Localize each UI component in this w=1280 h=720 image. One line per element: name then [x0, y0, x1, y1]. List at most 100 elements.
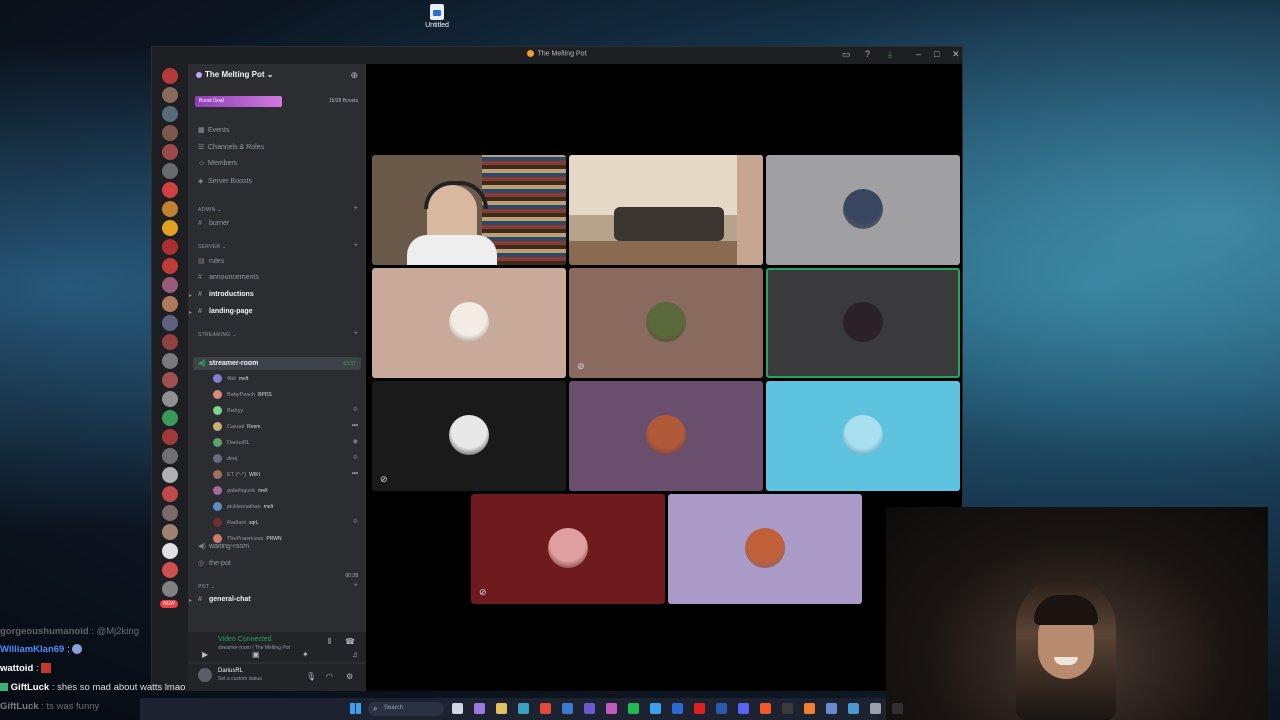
voice-channel-streamer-room[interactable]: ◀) streamer-room 63:37 [193, 357, 361, 370]
outlook-icon[interactable] [672, 703, 683, 714]
server-icon[interactable] [162, 486, 178, 502]
server-icon[interactable] [162, 201, 178, 217]
server-icon[interactable] [162, 125, 178, 141]
nav-members[interactable]: ☺ Members [198, 160, 237, 167]
voice-member[interactable]: BabyPeach BPDS [213, 390, 272, 399]
channel-rules[interactable]: ▤ rules [198, 257, 224, 265]
server-icon[interactable] [162, 448, 178, 464]
channel-introductions[interactable]: # introductions [198, 291, 254, 298]
nav-server-boosts[interactable]: ◈ Server Boosts [198, 177, 252, 185]
taskbar-search[interactable]: ⌕ Search [368, 702, 444, 716]
windows-start-icon[interactable] [350, 703, 361, 714]
server-icon[interactable] [162, 258, 178, 274]
download-icon[interactable]: ⤓ [888, 49, 892, 60]
server-icon[interactable] [162, 87, 178, 103]
word-icon[interactable] [716, 703, 727, 714]
server-icon[interactable] [162, 543, 178, 559]
server-icon[interactable] [162, 562, 178, 578]
video-tile[interactable] [569, 155, 763, 265]
voice-member[interactable]: 4bit melt [213, 374, 248, 383]
minimize-button[interactable]: – [916, 49, 921, 59]
new-badge[interactable]: NEW [160, 600, 178, 608]
server-icon[interactable] [162, 68, 178, 84]
help-icon[interactable]: ? [865, 49, 870, 59]
video-tile[interactable] [569, 381, 763, 491]
voice-member[interactable]: gabelsgunk melt [213, 486, 268, 495]
voice-member[interactable]: picklesnathan melt [213, 502, 273, 511]
add-channel-icon[interactable]: + [354, 205, 358, 212]
brave-icon[interactable] [760, 703, 771, 714]
channel-general-chat[interactable]: # general-chat [198, 596, 251, 603]
video-tile[interactable] [766, 155, 960, 265]
mic-icon[interactable]: 🎙 [306, 672, 316, 681]
server-name-button[interactable]: The Melting Pot ⌄ [196, 70, 274, 79]
category-server[interactable]: server ⌄ [198, 244, 226, 250]
server-icon[interactable] [162, 372, 178, 388]
collapse-arrow-icon[interactable]: ▸ [189, 292, 192, 299]
video-tile[interactable]: ⊘ [569, 268, 763, 378]
server-icon[interactable] [162, 334, 178, 350]
voice-member[interactable]: DariusRL [213, 438, 250, 447]
server-icon[interactable] [162, 106, 178, 122]
server-icon[interactable] [162, 353, 178, 369]
video-tile[interactable]: ⊘ [471, 494, 665, 604]
category-pot[interactable]: pot ⌄ [198, 584, 215, 590]
channel-announcements[interactable]: # announcements [198, 274, 259, 281]
copilot-icon[interactable] [474, 703, 485, 714]
headphones-icon[interactable]: ◠ [326, 672, 333, 681]
discord-icon[interactable] [738, 703, 749, 714]
inbox-icon[interactable]: ▭ [842, 49, 851, 60]
video-tile[interactable] [766, 268, 960, 378]
avatar[interactable] [198, 668, 212, 682]
add-channel-icon[interactable]: + [354, 582, 358, 589]
voice-member[interactable]: ET (^-^) WIKI [213, 470, 260, 479]
server-icon[interactable] [162, 239, 178, 255]
disconnect-icon[interactable]: ☎ [345, 637, 355, 646]
screen-share-icon[interactable]: ▣ [252, 650, 260, 659]
camera-toggle-icon[interactable]: ▶ [202, 650, 208, 659]
server-icon[interactable] [162, 391, 178, 407]
app-icon[interactable] [848, 703, 859, 714]
app-icon[interactable] [826, 703, 837, 714]
server-icon[interactable] [162, 182, 178, 198]
voice-channel-waiting-room[interactable]: ◀) waiting-room [198, 542, 249, 550]
collapse-arrow-icon[interactable]: ▸ [189, 597, 192, 604]
soundboard-icon[interactable]: ♫ [352, 650, 358, 659]
add-channel-icon[interactable]: + [354, 242, 358, 249]
browser-icon[interactable] [650, 703, 661, 714]
server-icon[interactable] [162, 524, 178, 540]
category-admin[interactable]: ADMIN ⌄ [198, 207, 222, 213]
channel-landing-page[interactable]: # landing-page [198, 308, 253, 315]
firefox-icon[interactable] [804, 703, 815, 714]
server-icon[interactable] [162, 505, 178, 521]
collapse-arrow-icon[interactable]: ▸ [189, 309, 192, 316]
close-button[interactable]: ✕ [952, 49, 960, 60]
voice-member[interactable]: Bishyy [213, 406, 243, 415]
maximize-button[interactable]: □ [934, 49, 939, 59]
video-tile[interactable] [372, 268, 566, 378]
voice-member[interactable]: Radiant sqrL [213, 518, 259, 527]
chrome-icon[interactable] [540, 703, 551, 714]
server-icon[interactable] [162, 220, 178, 236]
server-icon[interactable] [162, 144, 178, 160]
channel-burner[interactable]: # burner [198, 220, 229, 227]
files-icon[interactable] [496, 703, 507, 714]
game-icon[interactable] [782, 703, 793, 714]
video-tile[interactable] [668, 494, 862, 604]
category-streaming[interactable]: streaming ⌄ [198, 332, 237, 338]
add-channel-icon[interactable]: + [354, 330, 358, 337]
settings-icon[interactable] [870, 703, 881, 714]
nav-channels-roles[interactable]: ☰ Channels & Roles [198, 143, 264, 151]
voice-member[interactable]: deej [213, 454, 237, 463]
store-icon[interactable] [562, 703, 573, 714]
invite-icon[interactable]: ⊕ [350, 70, 358, 81]
task-view-icon[interactable] [452, 703, 463, 714]
edge-icon[interactable] [518, 703, 529, 714]
server-icon[interactable] [162, 277, 178, 293]
settings-gear-icon[interactable]: ⚙ [346, 672, 353, 681]
activity-icon[interactable]: ✦ [302, 650, 309, 659]
voice-member[interactable]: Casual Room [213, 422, 260, 431]
teams-icon[interactable] [584, 703, 595, 714]
youtube-icon[interactable] [694, 703, 705, 714]
video-tile[interactable] [766, 381, 960, 491]
